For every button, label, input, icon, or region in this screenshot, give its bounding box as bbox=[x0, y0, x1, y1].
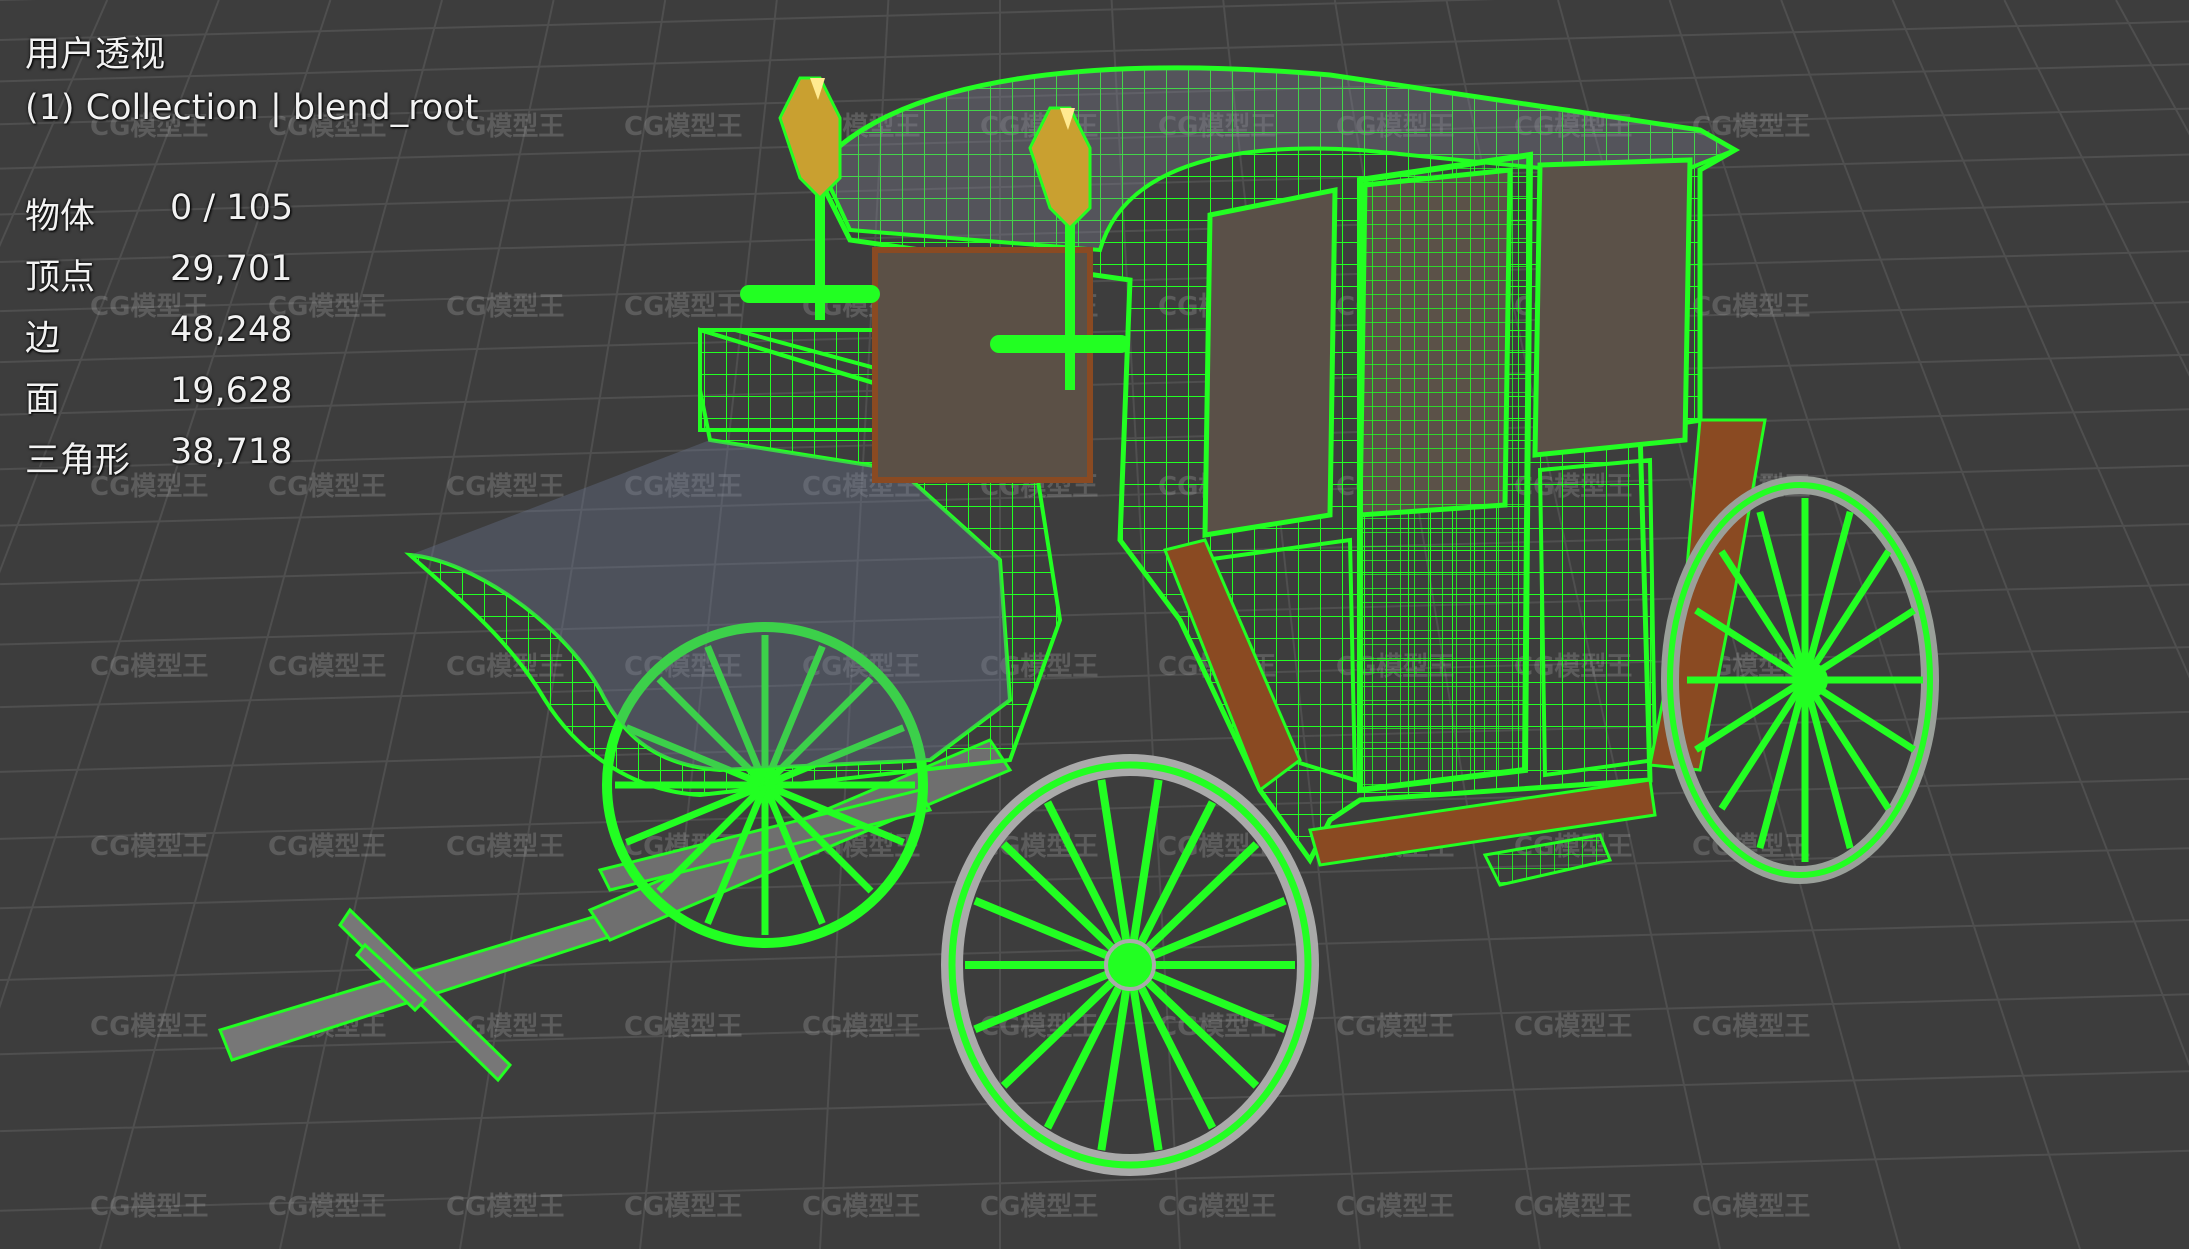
watermark-text: CG模型王 bbox=[802, 1192, 920, 1222]
watermark-text: CG模型王 bbox=[90, 832, 208, 862]
carriage-model[interactable] bbox=[217, 65, 1939, 1176]
3d-viewport[interactable]: CG模型王 CG模型王 CG模型王 CG模型王 CG模型王 CG模型王 CG模型王 CG模型王… bbox=[0, 0, 2189, 1249]
watermark-text: CG模型王 bbox=[90, 1012, 208, 1042]
watermark-text: CG模型王 bbox=[802, 1012, 920, 1042]
watermark-text: CG模型王 bbox=[1514, 1012, 1632, 1042]
watermark-text: CG模型王 bbox=[1692, 292, 1810, 322]
stat-label-objects: 物体 bbox=[25, 197, 96, 237]
stat-value-faces: 19,628 bbox=[170, 371, 293, 411]
stat-value-triangles: 38,718 bbox=[170, 432, 293, 472]
watermark-text: CG模型王 bbox=[624, 1012, 742, 1042]
stat-label-vertices: 顶点 bbox=[25, 258, 96, 298]
watermark-text: CG模型王 bbox=[90, 1192, 208, 1222]
grid-line bbox=[0, 523, 2189, 586]
watermark-text: CG模型王 bbox=[268, 652, 386, 682]
watermark-text: CG模型王 bbox=[446, 472, 564, 502]
stat-value-vertices: 29,701 bbox=[170, 249, 293, 289]
watermark-text: CG模型王 bbox=[624, 1192, 742, 1222]
watermark-text: CG模型王 bbox=[1158, 1192, 1276, 1222]
stat-label-edges: 边 bbox=[25, 319, 61, 359]
wheel-spoke bbox=[1802, 549, 1892, 682]
grid-line bbox=[1668, 0, 2081, 1249]
stat-value-edges: 48,248 bbox=[170, 310, 293, 350]
watermark-text: CG模型王 bbox=[446, 292, 564, 322]
watermark-text: CG模型王 bbox=[268, 832, 386, 862]
scene-canvas[interactable]: CG模型王 CG模型王 CG模型王 CG模型王 CG模型王 CG模型王 CG模型王 CG模型王… bbox=[0, 0, 2189, 1249]
watermark-text: CG模型王 bbox=[1514, 1192, 1632, 1222]
stat-value-objects: 0 / 105 bbox=[170, 188, 294, 228]
grid-line bbox=[0, 777, 2189, 840]
wheel-front-right bbox=[941, 754, 1319, 1176]
grid-line bbox=[1891, 0, 2189, 679]
stat-label-faces: 面 bbox=[25, 380, 61, 420]
view-mode-label: 用户透视 bbox=[25, 35, 166, 75]
watermark-text: CG模型王 bbox=[1336, 1192, 1454, 1222]
grid-line bbox=[2115, 0, 2189, 136]
watermark-text: CG模型王 bbox=[1692, 1192, 1810, 1222]
watermark-text: CG模型王 bbox=[980, 1192, 1098, 1222]
grid-line bbox=[2003, 0, 2189, 377]
watermark-text: CG模型王 bbox=[624, 112, 742, 142]
watermark-text: CG模型王 bbox=[446, 832, 564, 862]
watermark-text: CG模型王 bbox=[624, 292, 742, 322]
watermark-text: CG模型王 bbox=[446, 1192, 564, 1222]
watermark-text: CG模型王 bbox=[268, 472, 386, 502]
watermark-text: CG模型王 bbox=[1336, 1012, 1454, 1042]
watermark-text: CG模型王 bbox=[268, 1192, 386, 1222]
collection-label: (1) Collection | blend_root bbox=[25, 88, 479, 128]
watermark-text: CG模型王 bbox=[1692, 1012, 1810, 1042]
watermark-text: CG模型王 bbox=[90, 652, 208, 682]
grid-line bbox=[0, 353, 2189, 416]
grid-line bbox=[0, 1070, 2189, 1133]
stat-label-triangles: 三角形 bbox=[25, 441, 131, 481]
wheel-rear-right bbox=[1661, 476, 1939, 884]
